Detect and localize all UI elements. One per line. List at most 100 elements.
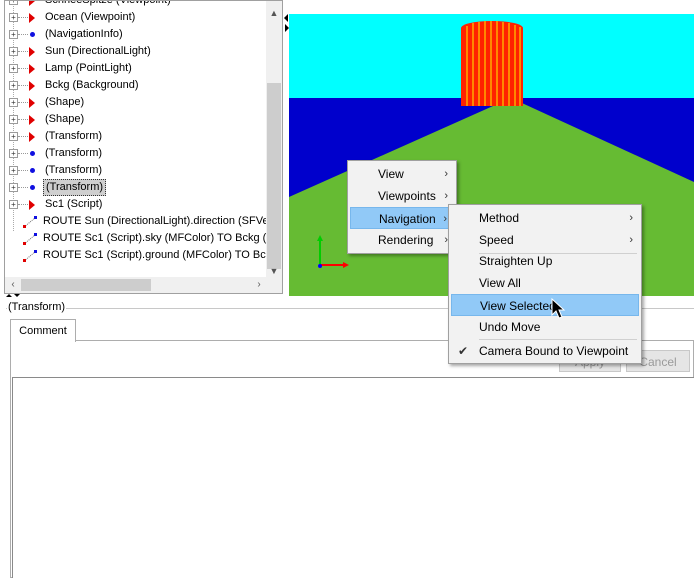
submenu-arrow-icon: › [444, 168, 448, 180]
scroll-thumb[interactable] [21, 279, 151, 291]
menu-item-label: Camera Bound to Viewpoint [479, 344, 629, 358]
mouse-cursor-icon [551, 298, 566, 319]
cylinder-tower [461, 21, 523, 106]
menu-item-straighten-up[interactable]: Straighten Up [451, 250, 639, 272]
splitter-up-arrow-icon[interactable] [6, 294, 12, 297]
tree-route-1[interactable]: ROUTE Sun (DirectionalLight).direction (… [5, 213, 269, 230]
expand-toggle-icon[interactable]: + [9, 132, 18, 141]
tree-item-label: (Transform) [45, 130, 103, 142]
tree-item-ocean[interactable]: + Ocean (Viewpoint) [5, 9, 267, 26]
tree-item-label: (Shape) [45, 96, 85, 108]
tree-item-background[interactable]: + Bckg (Background) [5, 77, 267, 94]
tree-item-lamp[interactable]: + Lamp (PointLight) [5, 60, 267, 77]
red-triangle-icon [29, 81, 35, 91]
context-menu: View › Viewpoints › Navigation › Renderi… [347, 160, 457, 254]
tree-item-label: (NavigationInfo) [45, 28, 123, 40]
menu-item-label: Undo Move [479, 320, 541, 334]
tree-item-label-selected: (Transform) [43, 179, 107, 196]
expand-toggle-icon[interactable]: + [9, 183, 18, 192]
route-label: ROUTE Sc1 (Script).sky (MFColor) TO Bckg… [43, 232, 274, 244]
submenu-arrow-icon: › [629, 234, 633, 246]
comment-textarea[interactable] [12, 377, 694, 578]
scrollbar-corner [266, 277, 282, 293]
expand-toggle-icon[interactable]: + [9, 64, 18, 73]
scene-tree[interactable]: + SchneeSpitze (Viewpoint) + Ocean (View… [4, 0, 283, 294]
menu-item-label: Speed [479, 233, 514, 247]
menu-item-label: View [378, 167, 404, 181]
scroll-left-arrow-icon[interactable]: ‹ [5, 277, 21, 293]
expand-toggle-icon[interactable]: + [9, 47, 18, 56]
menu-item-method[interactable]: Method › [451, 207, 639, 229]
checkmark-icon: ✔ [458, 344, 469, 358]
red-triangle-icon [29, 64, 35, 74]
expand-toggle-icon[interactable]: + [9, 1, 18, 5]
menu-item-label: Viewpoints [378, 189, 436, 203]
menu-item-label: Method [479, 211, 520, 225]
tree-item-schneespitze[interactable]: + SchneeSpitze (Viewpoint) [5, 0, 267, 9]
tree-item-script[interactable]: + Sc1 (Script) [5, 196, 267, 213]
tree-item-transform-1[interactable]: + (Transform) [5, 128, 267, 145]
tree-item-transform-selected[interactable]: + (Transform) [5, 179, 267, 196]
menu-item-label: Rendering [378, 233, 434, 247]
blue-dot-icon [30, 185, 35, 190]
expand-toggle-icon[interactable]: + [9, 115, 18, 124]
tree-item-shape-1[interactable]: + (Shape) [5, 94, 267, 111]
menu-item-view-all[interactable]: View All [451, 272, 639, 294]
tree-item-transform-2[interactable]: + (Transform) [5, 145, 267, 162]
expand-toggle-icon[interactable]: + [9, 200, 18, 209]
scroll-thumb[interactable] [267, 83, 281, 269]
tab-comment[interactable]: Comment [10, 319, 76, 342]
expand-toggle-icon[interactable]: + [9, 13, 18, 22]
menu-item-navigation[interactable]: Navigation › [350, 207, 454, 229]
red-triangle-icon [29, 200, 35, 210]
route-label: ROUTE Sc1 (Script).ground (MFColor) TO B… [43, 249, 269, 261]
menu-item-label: View Selected [480, 299, 556, 313]
route-icon [23, 233, 37, 245]
submenu-arrow-icon: › [629, 212, 633, 224]
red-triangle-icon [29, 1, 35, 6]
red-triangle-icon [29, 47, 35, 57]
menu-item-label: Straighten Up [479, 254, 553, 268]
tree-item-label: (Transform) [45, 147, 103, 159]
expand-toggle-icon[interactable]: + [9, 81, 18, 90]
tree-item-label: Lamp (PointLight) [45, 62, 132, 74]
expand-toggle-icon[interactable]: + [9, 166, 18, 175]
tree-route-3[interactable]: ROUTE Sc1 (Script).ground (MFColor) TO B… [5, 247, 269, 264]
route-label: ROUTE Sun (DirectionalLight).direction (… [43, 215, 269, 227]
red-triangle-icon [29, 115, 35, 125]
navigation-submenu: Method › Speed › Straighten Up View All … [448, 204, 642, 364]
menu-item-undo-move[interactable]: Undo Move [451, 316, 639, 338]
scroll-right-arrow-icon[interactable]: › [251, 277, 267, 293]
blue-dot-icon [30, 32, 35, 37]
expand-toggle-icon[interactable]: + [9, 149, 18, 158]
route-icon [23, 216, 37, 228]
submenu-arrow-icon: › [443, 213, 447, 225]
menu-item-label: View All [479, 276, 521, 290]
route-icon [23, 250, 37, 262]
tree-item-navigationinfo[interactable]: + (NavigationInfo) [5, 26, 267, 43]
tree-item-label: SchneeSpitze (Viewpoint) [45, 0, 171, 6]
tree-item-shape-2[interactable]: + (Shape) [5, 111, 267, 128]
splitter-left-arrow-icon[interactable] [284, 14, 288, 22]
tree-item-label: (Shape) [45, 113, 85, 125]
scroll-up-arrow-icon[interactable]: ▲ [266, 5, 282, 21]
menu-item-rendering[interactable]: Rendering › [350, 229, 454, 251]
tree-item-sun[interactable]: + Sun (DirectionalLight) [5, 43, 267, 60]
tree-item-label: (Transform) [45, 164, 103, 176]
expand-toggle-icon[interactable]: + [9, 30, 18, 39]
red-triangle-icon [29, 13, 35, 23]
tree-vertical-scrollbar[interactable]: ▲ ▼ [266, 1, 282, 279]
menu-item-view-selected[interactable]: View Selected [451, 294, 639, 316]
menu-item-viewpoints[interactable]: Viewpoints › [350, 185, 454, 207]
tree-item-label: Sun (DirectionalLight) [45, 45, 151, 57]
red-triangle-icon [29, 98, 35, 108]
splitter-down-arrow-icon[interactable] [14, 294, 20, 297]
menu-item-camera-bound[interactable]: ✔ Camera Bound to Viewpoint [451, 340, 639, 362]
expand-toggle-icon[interactable]: + [9, 98, 18, 107]
menu-item-view[interactable]: View › [350, 163, 454, 185]
tree-item-label: Ocean (Viewpoint) [45, 11, 136, 23]
tree-route-2[interactable]: ROUTE Sc1 (Script).sky (MFColor) TO Bckg… [5, 230, 274, 247]
tree-item-transform-3[interactable]: + (Transform) [5, 162, 267, 179]
menu-item-speed[interactable]: Speed › [451, 229, 639, 251]
tree-horizontal-scrollbar[interactable]: ‹ › [5, 277, 267, 293]
